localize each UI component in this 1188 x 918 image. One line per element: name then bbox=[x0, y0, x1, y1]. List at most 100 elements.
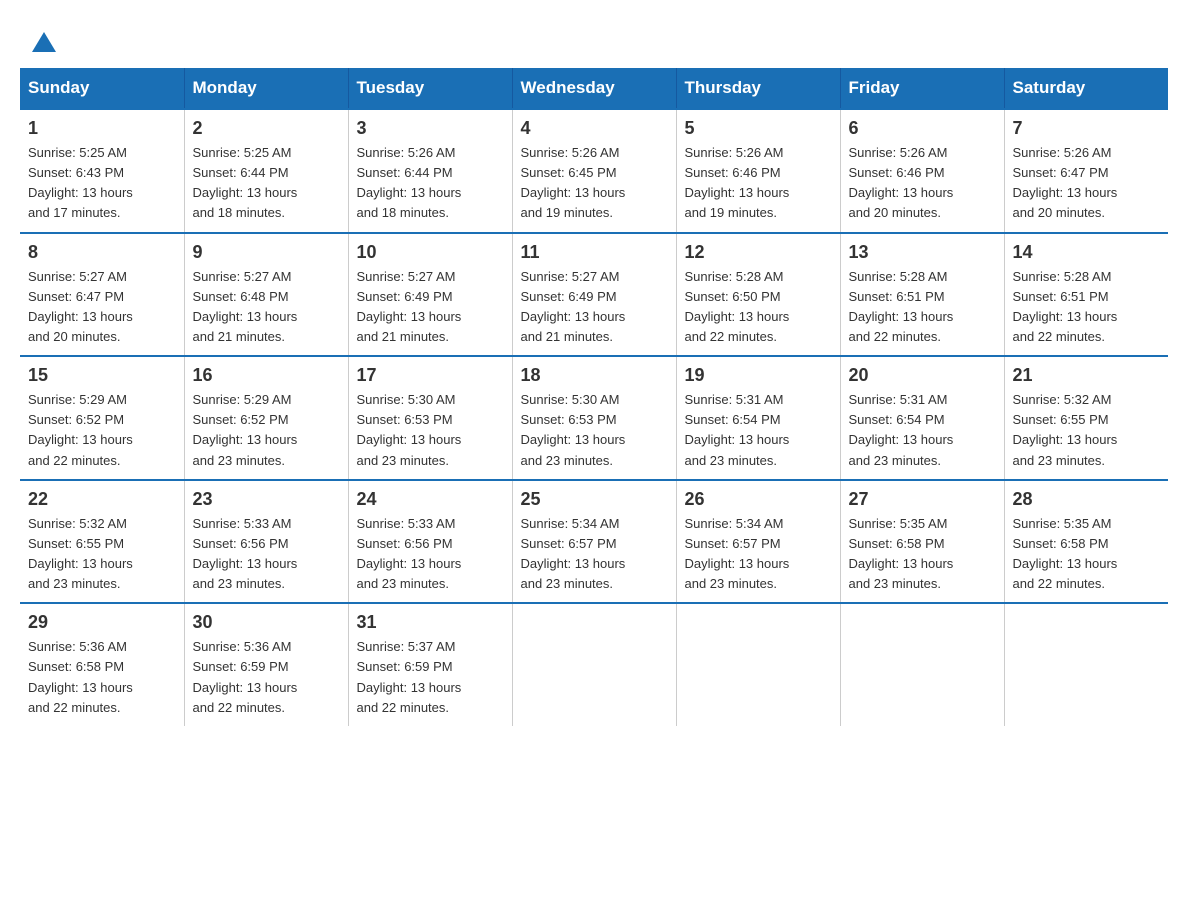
day-number: 21 bbox=[1013, 365, 1161, 386]
day-info: Sunrise: 5:26 AM Sunset: 6:47 PM Dayligh… bbox=[1013, 145, 1118, 220]
calendar-table: SundayMondayTuesdayWednesdayThursdayFrid… bbox=[20, 68, 1168, 726]
page-header bbox=[20, 20, 1168, 50]
day-info: Sunrise: 5:30 AM Sunset: 6:53 PM Dayligh… bbox=[357, 392, 462, 467]
weekday-header-wednesday: Wednesday bbox=[512, 68, 676, 109]
day-number: 24 bbox=[357, 489, 504, 510]
day-number: 15 bbox=[28, 365, 176, 386]
calendar-day: 14 Sunrise: 5:28 AM Sunset: 6:51 PM Dayl… bbox=[1004, 233, 1168, 357]
day-info: Sunrise: 5:32 AM Sunset: 6:55 PM Dayligh… bbox=[28, 516, 133, 591]
day-info: Sunrise: 5:25 AM Sunset: 6:44 PM Dayligh… bbox=[193, 145, 298, 220]
calendar-day: 26 Sunrise: 5:34 AM Sunset: 6:57 PM Dayl… bbox=[676, 480, 840, 604]
day-info: Sunrise: 5:26 AM Sunset: 6:46 PM Dayligh… bbox=[685, 145, 790, 220]
calendar-day: 15 Sunrise: 5:29 AM Sunset: 6:52 PM Dayl… bbox=[20, 356, 184, 480]
calendar-day: 27 Sunrise: 5:35 AM Sunset: 6:58 PM Dayl… bbox=[840, 480, 1004, 604]
day-info: Sunrise: 5:27 AM Sunset: 6:48 PM Dayligh… bbox=[193, 269, 298, 344]
calendar-day: 21 Sunrise: 5:32 AM Sunset: 6:55 PM Dayl… bbox=[1004, 356, 1168, 480]
day-number: 30 bbox=[193, 612, 340, 633]
calendar-day: 12 Sunrise: 5:28 AM Sunset: 6:50 PM Dayl… bbox=[676, 233, 840, 357]
day-info: Sunrise: 5:26 AM Sunset: 6:44 PM Dayligh… bbox=[357, 145, 462, 220]
day-number: 2 bbox=[193, 118, 340, 139]
day-number: 16 bbox=[193, 365, 340, 386]
day-info: Sunrise: 5:29 AM Sunset: 6:52 PM Dayligh… bbox=[28, 392, 133, 467]
day-number: 17 bbox=[357, 365, 504, 386]
day-info: Sunrise: 5:28 AM Sunset: 6:50 PM Dayligh… bbox=[685, 269, 790, 344]
day-info: Sunrise: 5:32 AM Sunset: 6:55 PM Dayligh… bbox=[1013, 392, 1118, 467]
day-number: 19 bbox=[685, 365, 832, 386]
day-number: 6 bbox=[849, 118, 996, 139]
day-info: Sunrise: 5:34 AM Sunset: 6:57 PM Dayligh… bbox=[685, 516, 790, 591]
weekday-header-friday: Friday bbox=[840, 68, 1004, 109]
weekday-header-tuesday: Tuesday bbox=[348, 68, 512, 109]
calendar-day bbox=[512, 603, 676, 726]
calendar-day: 16 Sunrise: 5:29 AM Sunset: 6:52 PM Dayl… bbox=[184, 356, 348, 480]
day-info: Sunrise: 5:31 AM Sunset: 6:54 PM Dayligh… bbox=[849, 392, 954, 467]
calendar-day: 3 Sunrise: 5:26 AM Sunset: 6:44 PM Dayli… bbox=[348, 109, 512, 233]
day-number: 22 bbox=[28, 489, 176, 510]
day-info: Sunrise: 5:36 AM Sunset: 6:58 PM Dayligh… bbox=[28, 639, 133, 714]
day-info: Sunrise: 5:33 AM Sunset: 6:56 PM Dayligh… bbox=[193, 516, 298, 591]
day-number: 31 bbox=[357, 612, 504, 633]
calendar-week-row: 1 Sunrise: 5:25 AM Sunset: 6:43 PM Dayli… bbox=[20, 109, 1168, 233]
calendar-week-row: 15 Sunrise: 5:29 AM Sunset: 6:52 PM Dayl… bbox=[20, 356, 1168, 480]
day-number: 10 bbox=[357, 242, 504, 263]
day-number: 8 bbox=[28, 242, 176, 263]
calendar-day: 30 Sunrise: 5:36 AM Sunset: 6:59 PM Dayl… bbox=[184, 603, 348, 726]
day-number: 23 bbox=[193, 489, 340, 510]
day-number: 3 bbox=[357, 118, 504, 139]
day-info: Sunrise: 5:27 AM Sunset: 6:49 PM Dayligh… bbox=[357, 269, 462, 344]
day-number: 4 bbox=[521, 118, 668, 139]
calendar-day: 4 Sunrise: 5:26 AM Sunset: 6:45 PM Dayli… bbox=[512, 109, 676, 233]
calendar-day: 1 Sunrise: 5:25 AM Sunset: 6:43 PM Dayli… bbox=[20, 109, 184, 233]
calendar-day bbox=[840, 603, 1004, 726]
day-number: 11 bbox=[521, 242, 668, 263]
calendar-week-row: 8 Sunrise: 5:27 AM Sunset: 6:47 PM Dayli… bbox=[20, 233, 1168, 357]
day-number: 18 bbox=[521, 365, 668, 386]
day-number: 1 bbox=[28, 118, 176, 139]
calendar-day: 19 Sunrise: 5:31 AM Sunset: 6:54 PM Dayl… bbox=[676, 356, 840, 480]
calendar-day: 17 Sunrise: 5:30 AM Sunset: 6:53 PM Dayl… bbox=[348, 356, 512, 480]
calendar-week-row: 29 Sunrise: 5:36 AM Sunset: 6:58 PM Dayl… bbox=[20, 603, 1168, 726]
calendar-day: 18 Sunrise: 5:30 AM Sunset: 6:53 PM Dayl… bbox=[512, 356, 676, 480]
day-number: 13 bbox=[849, 242, 996, 263]
calendar-day: 25 Sunrise: 5:34 AM Sunset: 6:57 PM Dayl… bbox=[512, 480, 676, 604]
day-info: Sunrise: 5:26 AM Sunset: 6:45 PM Dayligh… bbox=[521, 145, 626, 220]
calendar-day: 29 Sunrise: 5:36 AM Sunset: 6:58 PM Dayl… bbox=[20, 603, 184, 726]
day-info: Sunrise: 5:25 AM Sunset: 6:43 PM Dayligh… bbox=[28, 145, 133, 220]
day-info: Sunrise: 5:37 AM Sunset: 6:59 PM Dayligh… bbox=[357, 639, 462, 714]
day-info: Sunrise: 5:28 AM Sunset: 6:51 PM Dayligh… bbox=[1013, 269, 1118, 344]
day-number: 5 bbox=[685, 118, 832, 139]
day-info: Sunrise: 5:27 AM Sunset: 6:49 PM Dayligh… bbox=[521, 269, 626, 344]
calendar-day: 23 Sunrise: 5:33 AM Sunset: 6:56 PM Dayl… bbox=[184, 480, 348, 604]
day-number: 12 bbox=[685, 242, 832, 263]
calendar-day bbox=[1004, 603, 1168, 726]
weekday-header-thursday: Thursday bbox=[676, 68, 840, 109]
day-number: 26 bbox=[685, 489, 832, 510]
day-info: Sunrise: 5:28 AM Sunset: 6:51 PM Dayligh… bbox=[849, 269, 954, 344]
weekday-header-saturday: Saturday bbox=[1004, 68, 1168, 109]
calendar-day: 7 Sunrise: 5:26 AM Sunset: 6:47 PM Dayli… bbox=[1004, 109, 1168, 233]
day-number: 14 bbox=[1013, 242, 1161, 263]
day-number: 27 bbox=[849, 489, 996, 510]
day-number: 20 bbox=[849, 365, 996, 386]
day-number: 29 bbox=[28, 612, 176, 633]
calendar-day: 5 Sunrise: 5:26 AM Sunset: 6:46 PM Dayli… bbox=[676, 109, 840, 233]
day-info: Sunrise: 5:33 AM Sunset: 6:56 PM Dayligh… bbox=[357, 516, 462, 591]
day-number: 25 bbox=[521, 489, 668, 510]
calendar-day: 8 Sunrise: 5:27 AM Sunset: 6:47 PM Dayli… bbox=[20, 233, 184, 357]
calendar-day: 28 Sunrise: 5:35 AM Sunset: 6:58 PM Dayl… bbox=[1004, 480, 1168, 604]
calendar-day: 22 Sunrise: 5:32 AM Sunset: 6:55 PM Dayl… bbox=[20, 480, 184, 604]
day-number: 9 bbox=[193, 242, 340, 263]
calendar-day: 24 Sunrise: 5:33 AM Sunset: 6:56 PM Dayl… bbox=[348, 480, 512, 604]
calendar-day: 13 Sunrise: 5:28 AM Sunset: 6:51 PM Dayl… bbox=[840, 233, 1004, 357]
day-info: Sunrise: 5:31 AM Sunset: 6:54 PM Dayligh… bbox=[685, 392, 790, 467]
calendar-day bbox=[676, 603, 840, 726]
day-info: Sunrise: 5:35 AM Sunset: 6:58 PM Dayligh… bbox=[1013, 516, 1118, 591]
weekday-header-row: SundayMondayTuesdayWednesdayThursdayFrid… bbox=[20, 68, 1168, 109]
calendar-day: 6 Sunrise: 5:26 AM Sunset: 6:46 PM Dayli… bbox=[840, 109, 1004, 233]
day-info: Sunrise: 5:26 AM Sunset: 6:46 PM Dayligh… bbox=[849, 145, 954, 220]
calendar-day: 11 Sunrise: 5:27 AM Sunset: 6:49 PM Dayl… bbox=[512, 233, 676, 357]
day-info: Sunrise: 5:29 AM Sunset: 6:52 PM Dayligh… bbox=[193, 392, 298, 467]
weekday-header-sunday: Sunday bbox=[20, 68, 184, 109]
day-info: Sunrise: 5:35 AM Sunset: 6:58 PM Dayligh… bbox=[849, 516, 954, 591]
day-info: Sunrise: 5:27 AM Sunset: 6:47 PM Dayligh… bbox=[28, 269, 133, 344]
